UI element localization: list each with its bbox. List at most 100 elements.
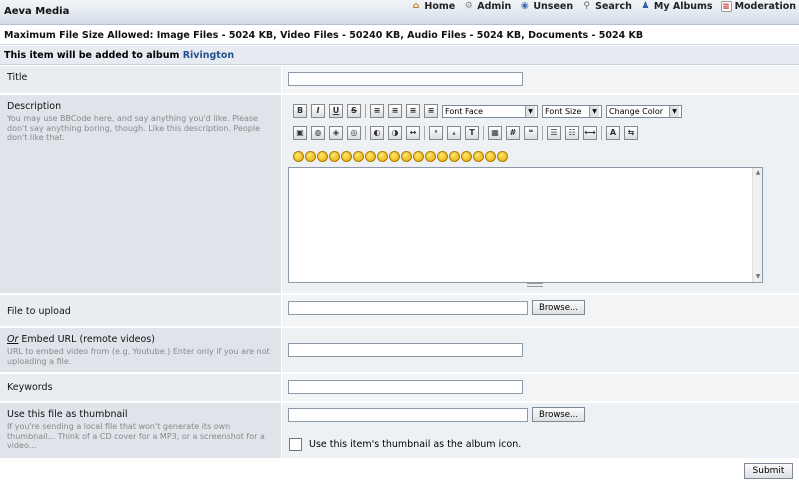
quote-icon[interactable]: ❝ bbox=[524, 126, 538, 140]
smiley-icon[interactable] bbox=[461, 151, 472, 162]
justify-icon[interactable]: ≡ bbox=[424, 104, 438, 118]
smiley-icon[interactable] bbox=[293, 151, 304, 162]
bbcode-toolbar-row2: ▣ ◍ ◈ ◎ ◐ ◑ ↔ ˢ ₛ T ▦ # ❝ ☰ ☷ ⟷ A ⇆ bbox=[293, 126, 642, 140]
thumbnail-label: Use this file as thumbnail bbox=[7, 409, 128, 420]
align-left-icon[interactable]: ≡ bbox=[370, 104, 384, 118]
header-bar: Aeva Media ⌂ Home ⚙ Admin ◉ Unseen ⚲ Search … bbox=[0, 0, 799, 25]
document-icon: ≡ bbox=[720, 1, 732, 12]
title-input[interactable] bbox=[288, 72, 523, 86]
smiley-icon[interactable] bbox=[413, 151, 424, 162]
submit-button[interactable]: Submit bbox=[744, 463, 793, 479]
smiley-icon[interactable] bbox=[425, 151, 436, 162]
nav-unseen[interactable]: ◉ Unseen bbox=[519, 1, 573, 12]
smiley-icon[interactable] bbox=[317, 151, 328, 162]
album-icon-label: Use this item's thumbnail as the album i… bbox=[309, 439, 522, 450]
scrollbar[interactable]: ▲ ▼ bbox=[752, 168, 762, 282]
nav-admin[interactable]: ⚙ Admin bbox=[463, 1, 512, 12]
album-info: This item will be added to album Rivingt… bbox=[0, 46, 799, 65]
smiley-icon[interactable] bbox=[329, 151, 340, 162]
embed-row: Or Embed URL (remote videos) URL to embe… bbox=[0, 328, 799, 373]
image-icon[interactable]: ▣ bbox=[293, 126, 307, 140]
title-row: Title bbox=[0, 66, 799, 94]
description-row: Description You may use BBCode here, and… bbox=[0, 95, 799, 294]
embed-url-input[interactable] bbox=[288, 343, 523, 357]
file-input[interactable] bbox=[288, 301, 528, 315]
thumbnail-hint: If you're sending a local file that won'… bbox=[7, 422, 265, 450]
smiley-icon[interactable] bbox=[377, 151, 388, 162]
table-icon[interactable]: ▦ bbox=[488, 126, 502, 140]
thumbnail-browse-button[interactable]: Browse... bbox=[532, 407, 586, 422]
app-title: Aeva Media bbox=[4, 6, 70, 17]
email-icon[interactable]: ◎ bbox=[347, 126, 361, 140]
underline-button[interactable]: U bbox=[329, 104, 343, 118]
smiley-icon[interactable] bbox=[497, 151, 508, 162]
nav-my-albums[interactable]: ♟ My Albums bbox=[640, 1, 712, 12]
smiley-icon[interactable] bbox=[305, 151, 316, 162]
smiley-icon[interactable] bbox=[401, 151, 412, 162]
italic-button[interactable]: I bbox=[311, 104, 325, 118]
embed-hint: URL to embed video from (e.g. Youtube.) … bbox=[7, 347, 270, 366]
font-face-select[interactable]: Font Face ▼ bbox=[442, 104, 538, 118]
chevron-down-icon: ▼ bbox=[589, 105, 599, 117]
album-prefix: This item will be added to album bbox=[4, 50, 180, 61]
indent-icon[interactable]: ↔ bbox=[406, 126, 420, 140]
smiley-icon[interactable] bbox=[353, 151, 364, 162]
smiley-icon[interactable] bbox=[389, 151, 400, 162]
footer: Submit bbox=[0, 459, 799, 487]
description-textarea[interactable] bbox=[288, 167, 763, 283]
browse-button[interactable]: Browse... bbox=[532, 300, 586, 315]
eye-icon: ◉ bbox=[520, 1, 529, 11]
strike-button[interactable]: S bbox=[347, 104, 361, 118]
align-right-icon[interactable]: ≡ bbox=[406, 104, 420, 118]
nav-home[interactable]: ⌂ Home bbox=[410, 1, 456, 12]
album-link[interactable]: Rivington bbox=[183, 50, 234, 61]
smiley-icon[interactable] bbox=[473, 151, 484, 162]
description-label: Description bbox=[7, 101, 62, 112]
title-label: Title bbox=[7, 72, 28, 83]
link-icon[interactable]: ◈ bbox=[329, 126, 343, 140]
bold-button[interactable]: B bbox=[293, 104, 307, 118]
scroll-up-icon[interactable]: ▲ bbox=[753, 168, 763, 178]
file-label: File to upload bbox=[7, 306, 71, 317]
superscript-icon[interactable]: ˢ bbox=[429, 126, 443, 140]
toggle-view-icon[interactable]: ⇆ bbox=[624, 126, 638, 140]
smiley-icon[interactable] bbox=[341, 151, 352, 162]
globe-icon[interactable]: ◍ bbox=[311, 126, 325, 140]
embed-label: Or Embed URL (remote videos) bbox=[7, 334, 155, 345]
smiley-bar bbox=[293, 151, 508, 162]
scroll-down-icon[interactable]: ▼ bbox=[753, 272, 763, 282]
album-icon-checkbox[interactable] bbox=[289, 438, 302, 451]
chevron-down-icon: ▼ bbox=[525, 105, 535, 117]
file-row: File to upload Browse... bbox=[0, 295, 799, 327]
smiley-icon[interactable] bbox=[365, 151, 376, 162]
description-hint: You may use BBCode here, and say anythin… bbox=[7, 114, 260, 142]
subscript-icon[interactable]: ₛ bbox=[447, 126, 461, 140]
flash-icon[interactable]: ◐ bbox=[370, 126, 384, 140]
teletype-icon[interactable]: T bbox=[465, 126, 479, 140]
bbcode-toolbar-row1: B I U S ≡ ≡ ≡ ≡ Font Face ▼ Font Size ▼ Ch… bbox=[293, 104, 686, 118]
align-center-icon[interactable]: ≡ bbox=[388, 104, 402, 118]
code-icon[interactable]: # bbox=[506, 126, 520, 140]
horizontal-rule-icon[interactable]: ⟷ bbox=[583, 126, 597, 140]
resize-handle[interactable] bbox=[527, 283, 543, 287]
bullet-list-icon[interactable]: ☰ bbox=[547, 126, 561, 140]
user-icon: ♟ bbox=[641, 1, 650, 11]
number-list-icon[interactable]: ☷ bbox=[565, 126, 579, 140]
font-size-select[interactable]: Font Size ▼ bbox=[542, 104, 602, 118]
remove-format-icon[interactable]: A bbox=[606, 126, 620, 140]
thumbnail-row: Use this file as thumbnail If you're sen… bbox=[0, 403, 799, 459]
smiley-icon[interactable] bbox=[437, 151, 448, 162]
nav-moderation[interactable]: ≡ Moderation bbox=[720, 1, 796, 12]
gear-icon: ⚙ bbox=[464, 1, 473, 11]
thumbnail-file-input[interactable] bbox=[288, 408, 528, 422]
chevron-down-icon: ▼ bbox=[669, 105, 679, 117]
nav-search[interactable]: ⚲ Search bbox=[581, 1, 632, 12]
keywords-input[interactable] bbox=[288, 380, 523, 394]
color-select[interactable]: Change Color ▼ bbox=[606, 104, 682, 118]
media-icon[interactable]: ◑ bbox=[388, 126, 402, 140]
smiley-icon[interactable] bbox=[449, 151, 460, 162]
smiley-icon[interactable] bbox=[485, 151, 496, 162]
keywords-label: Keywords bbox=[7, 382, 53, 393]
search-icon: ⚲ bbox=[583, 1, 590, 11]
keywords-row: Keywords bbox=[0, 374, 799, 402]
